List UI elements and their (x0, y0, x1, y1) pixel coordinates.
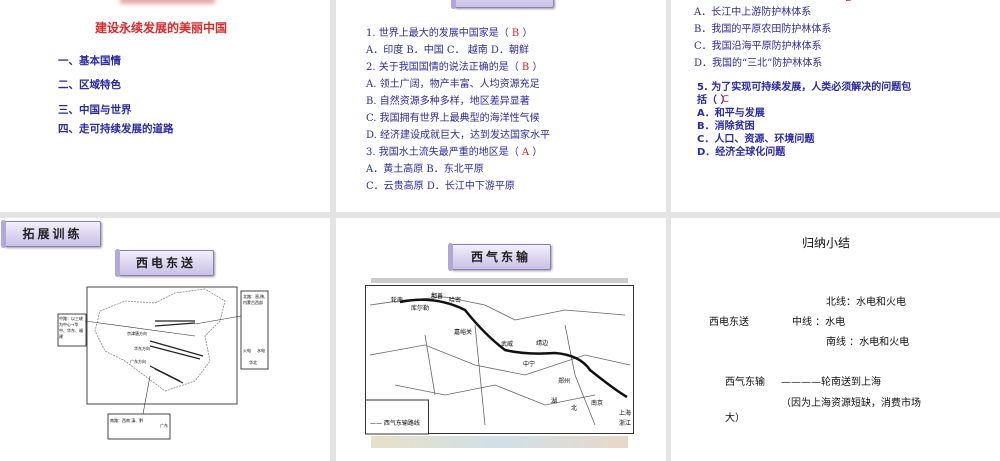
quiz-text: 3. 我国水土流失最严重的地区是（ (366, 147, 522, 158)
answer-mark: D (845, 0, 853, 4)
quiz-text: B. 自然资源多种多样，地区差异显著 (366, 96, 530, 107)
slide-thumbnail-2[interactable]: 1. 世界上最大的发展中国家是（ B ） A．印度 B．中国 C． 越南 D．朝鲜… (336, 0, 666, 212)
quiz-text: 2. 关于我国国情的说法正确的是（ (366, 62, 522, 73)
option: D．我国的“三北”防护林体系 (694, 58, 823, 69)
outline-item: 一、基本国情 (58, 55, 121, 67)
slide-thumbnail-1[interactable]: 建设永续发展的美丽中国 一、基本国情 二、区域特色 三、中国与世界 四、走可持续… (0, 0, 330, 212)
place-label: 北 (571, 405, 578, 412)
quiz-line: A. 领土广阔，物产丰富、人均资源充足 (366, 75, 540, 90)
quiz-text: 1. 世界上最大的发展中国家是（ (366, 28, 512, 39)
summary-south: 南线 ：水电和火电 (826, 337, 910, 348)
slide-title: 归纳小结 (802, 236, 851, 250)
summary-reason-cont: 大） (725, 413, 745, 424)
banner-west-east-power: 西电东送 (115, 249, 214, 277)
quiz-text: ） (519, 28, 533, 39)
outline-item: 三、中国与世界 (58, 104, 132, 116)
quiz-text: A. 领土广阔，物产丰富、人均资源充足 (366, 79, 540, 90)
quiz-text: A．黄土高原 B．东北平原 (366, 164, 484, 175)
summary-xqds: 西气东输 (725, 377, 765, 388)
map-label: 北路：晋,陕,内蒙古西部 (243, 294, 266, 305)
banner (451, 0, 554, 9)
option: A．长江中上游防护林体系 (694, 7, 812, 18)
quiz-line: D. 经济建设成就巨大，达到发达国家水平 (366, 126, 550, 141)
summary-mid: 中线 ：水电 (792, 317, 846, 328)
place-label: 嘉峪关 (454, 329, 473, 336)
summary-route: ————轮南送到上海 (781, 377, 881, 388)
option: D．经济全球化问题 (697, 147, 786, 158)
place-label: 浙江 (619, 420, 632, 427)
summary-north: 北线：水电和火电 (826, 297, 906, 308)
outline-item: 二、区域特色 (58, 79, 121, 91)
map-label: 广东方向 (130, 359, 146, 364)
place-label: 哈密 (449, 297, 462, 304)
map-strip (371, 278, 628, 283)
quiz-line: 3. 我国水土流失最严重的地区是（ A ） (366, 143, 542, 158)
place-label: 湖 (551, 398, 558, 405)
quiz-line: C．云贵高原 D．长江中下游平原 (366, 177, 515, 192)
place-label: 靖边 (536, 340, 549, 347)
place-label: 郑州 (558, 378, 571, 385)
slide-thumbnail-4[interactable]: 拓展训练 西电东送 北路：晋,陕,内蒙古西部 火电 水电 华北 中路：以三峡为中… (0, 218, 330, 461)
summary-xdds: 西电东送 (709, 317, 749, 328)
quiz-line: C. 我国拥有世界上最典型的海洋性气候 (366, 109, 540, 124)
summary-reason: （因为上海资源短缺，消费市场 (781, 398, 921, 409)
quiz-text: D. 经济建设成就巨大，达到发达国家水平 (366, 130, 551, 141)
quiz-line: A．黄土高原 B．东北平原 (366, 160, 484, 175)
map-label: 京津唐方向 (127, 331, 147, 336)
map-legend: —— 西气东输路线 (370, 420, 420, 427)
place-label: 库尔勒 (411, 305, 430, 312)
map-label: 广东 (160, 423, 168, 428)
quiz-text: C. 我国拥有世界上最典型的海洋性气候 (366, 113, 540, 124)
slide-thumbnail-5[interactable]: 西气东输 —— 西气东输路线 轮南 鄯善 哈密库尔勒嘉峪关武威 靖边中宁郑州湖北 南京上… (336, 218, 666, 461)
map-label: 火电 (243, 348, 251, 353)
title-fragment (120, 0, 215, 4)
quiz-text: ） (529, 62, 543, 73)
quiz-line: 2. 关于我国国情的说法正确的是（ B ） (366, 58, 542, 73)
quiz-text: C．云贵高原 D．长江中下游平原 (366, 181, 515, 192)
map-label: 水电 (257, 348, 265, 353)
map-label: 华北 (249, 360, 257, 365)
place-label: 鄯善 (431, 293, 444, 300)
option: C．我国沿海平原防护林体系 (694, 41, 822, 52)
banner-west-east-gas: 西气东输 (448, 243, 551, 271)
power-transmission-map (57, 286, 269, 440)
quiz-text: ） (529, 147, 543, 158)
place-label: 南京 (591, 400, 604, 407)
map-label: 中路：以三峡为中心→华中、华东、福建 (59, 316, 83, 339)
gas-pipeline-map (365, 285, 634, 435)
slide-thumbnail-3[interactable]: D A．长江中上游防护林体系 B．我国的平原农田防护林体系 C．我国沿海平原防护… (671, 0, 1000, 212)
place-label: 武威 (501, 341, 514, 348)
quiz-line: B. 自然资源多种多样，地区差异显著 (366, 92, 530, 107)
place-label: 上海 (619, 410, 632, 417)
quiz-line: A．印度 B．中国 C． 越南 D．朝鲜 (366, 41, 529, 56)
quiz-line: 1. 世界上最大的发展中国家是（ B ） (366, 24, 532, 39)
quiz-text: A．印度 B．中国 C． 越南 D．朝鲜 (366, 45, 529, 56)
banner-extension-training: 拓展训练 (1, 220, 101, 248)
option: B．我国的平原农田防护林体系 (694, 24, 832, 35)
place-label: 轮南 (391, 297, 404, 304)
map-label: 华东方向 (134, 346, 150, 351)
place-label: 中宁 (523, 361, 536, 368)
map-label: 南路：西南 滇、黔 (110, 418, 144, 423)
slide-subtitle: 建设永续发展的美丽中国 (95, 21, 228, 35)
map-strip (371, 436, 628, 448)
slide-thumbnail-6[interactable]: 归纳小结 北线：水电和火电 西电东送 中线 ：水电 南线 ：水电和火电 西气东输… (671, 218, 1000, 461)
outline-item: 四、走可持续发展的道路 (58, 123, 174, 135)
